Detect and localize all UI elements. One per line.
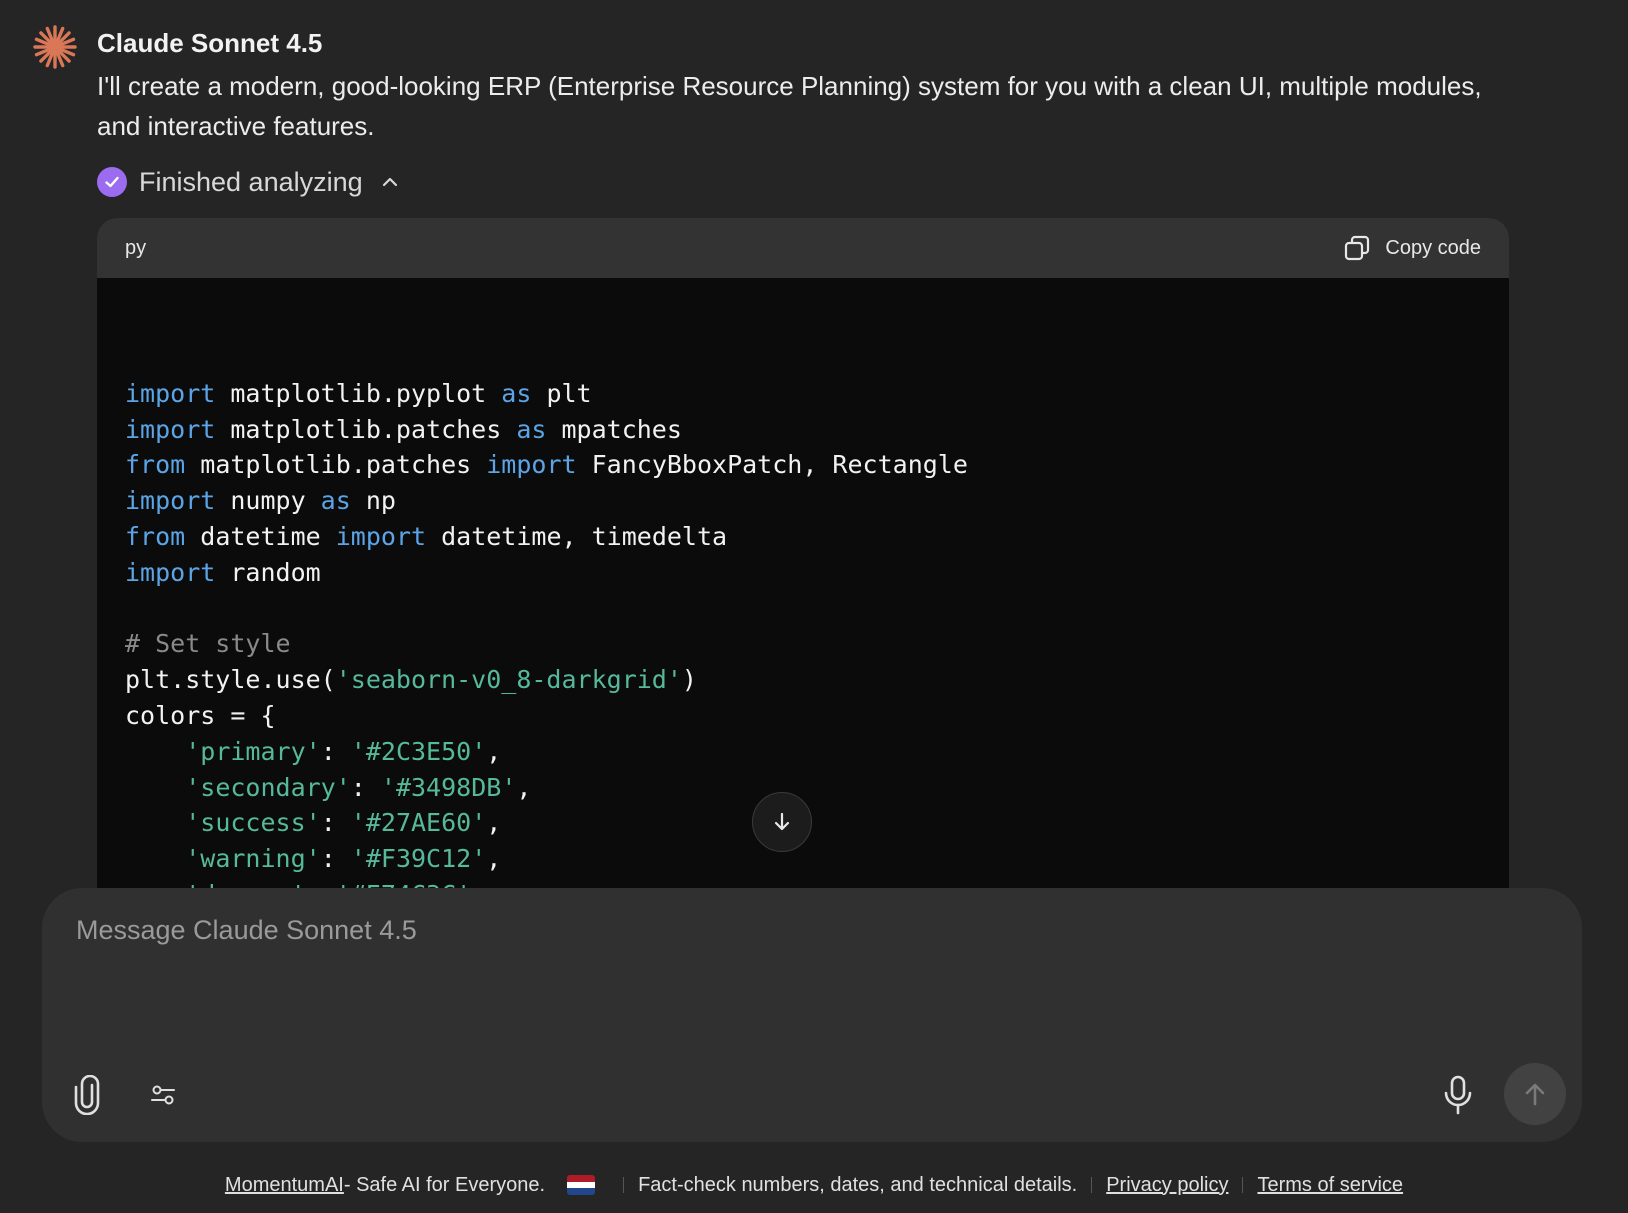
code-token: from: [125, 450, 186, 480]
sparkle-icon: [33, 25, 77, 69]
code-line: from matplotlib.patches import FancyBbox…: [125, 447, 1509, 483]
code-token: FancyBboxPatch, Rectangle: [576, 450, 968, 480]
code-line: import random: [125, 555, 1509, 591]
code-token: as: [320, 486, 351, 516]
send-button[interactable]: [1504, 1063, 1566, 1125]
code-token: numpy: [215, 486, 321, 516]
status-label: Finished analyzing: [139, 166, 363, 197]
check-circle-icon: [97, 167, 127, 197]
footer-notice: Fact-check numbers, dates, and technical…: [638, 1173, 1078, 1196]
attach-button[interactable]: [62, 1070, 112, 1120]
code-token: import: [125, 378, 216, 408]
code-line: 'success': '#27AE60',: [125, 805, 1509, 841]
code-token: matplotlib.patches: [215, 414, 517, 444]
code-token: np: [350, 486, 396, 516]
code-token: matplotlib.pyplot: [215, 378, 502, 408]
code-token: :: [350, 772, 381, 802]
code-token: ,: [486, 844, 502, 874]
code-token: 'primary': [185, 736, 321, 766]
code-token: ,: [486, 808, 502, 838]
scroll-to-bottom-button[interactable]: [752, 792, 812, 852]
chat-page: Claude Sonnet 4.5 I'll create a modern, …: [0, 0, 1628, 1213]
terms-of-service-link[interactable]: Terms of service: [1257, 1174, 1403, 1197]
code-token: mpatches: [546, 414, 682, 444]
code-line: import numpy as np: [125, 483, 1509, 519]
assistant-message-text: I'll create a modern, good-looking ERP (…: [97, 71, 1482, 141]
code-token: plt: [531, 378, 592, 408]
message-composer: [42, 888, 1582, 1142]
code-token: 'warning': [185, 844, 321, 874]
code-token: # Set style: [125, 629, 291, 659]
footer-tagline: - Safe AI for Everyone.: [343, 1173, 546, 1196]
code-token: '#2C3E50': [350, 736, 487, 766]
code-token: :: [320, 736, 351, 766]
sliders-icon: [151, 1085, 175, 1105]
footer-divider: [1091, 1177, 1093, 1193]
code-line: plt.style.use('seaborn-v0_8-darkgrid'): [125, 662, 1509, 698]
code-token: import: [125, 414, 216, 444]
code-token: 'secondary': [185, 772, 351, 802]
analysis-status[interactable]: Finished analyzing: [97, 164, 401, 200]
code-language: py: [125, 236, 147, 259]
microphone-button[interactable]: [1433, 1070, 1483, 1120]
code-token: as: [516, 414, 547, 444]
code-token: 'success': [185, 808, 321, 838]
tools-button[interactable]: [138, 1070, 188, 1120]
code-token: import: [125, 486, 216, 516]
code-token: colors = {: [125, 700, 276, 730]
code-token: import: [486, 450, 577, 480]
code-token: '#27AE60': [350, 808, 487, 838]
brand-link[interactable]: MomentumAI: [225, 1174, 344, 1197]
code-token: ): [681, 665, 697, 695]
code-token: 'seaborn-v0_8-darkgrid': [335, 665, 682, 695]
footer-divider: [623, 1177, 625, 1193]
code-token: matplotlib.patches: [185, 450, 487, 480]
code-token: as: [501, 378, 532, 408]
copy-code-button[interactable]: Copy code: [1343, 234, 1481, 262]
code-token: '#3498DB': [380, 772, 517, 802]
code-token: :: [320, 844, 351, 874]
code-line: from datetime import datetime, timedelta: [125, 519, 1509, 555]
code-token: random: [215, 557, 321, 587]
privacy-policy-link[interactable]: Privacy policy: [1106, 1174, 1228, 1197]
code-header: py Copy code: [97, 218, 1509, 278]
code-line: colors = {: [125, 698, 1509, 734]
code-line: 'warning': '#F39C12',: [125, 841, 1509, 877]
code-line: import matplotlib.patches as mpatches: [125, 412, 1509, 448]
code-line: import matplotlib.pyplot as plt: [125, 376, 1509, 412]
chevron-up-icon[interactable]: [379, 171, 401, 193]
code-token: :: [320, 808, 351, 838]
code-token: import: [125, 557, 216, 587]
footer-divider: [1242, 1177, 1244, 1193]
code-token: ,: [516, 772, 532, 802]
netherlands-flag-icon: [567, 1175, 596, 1195]
code-token: import: [335, 521, 427, 551]
copy-code-label: Copy code: [1385, 236, 1481, 259]
code-token: ,: [486, 736, 502, 766]
code-token: plt.style.use(: [125, 665, 336, 695]
microphone-icon: [1444, 1075, 1472, 1115]
copy-icon: [1345, 235, 1370, 261]
code-token: datetime: [185, 521, 336, 551]
code-line: 'primary': '#2C3E50',: [125, 734, 1509, 770]
paperclip-icon: [74, 1075, 100, 1115]
model-name: Claude Sonnet 4.5: [97, 28, 323, 58]
code-token: '#F39C12': [350, 844, 487, 874]
code-line: # Set style: [125, 626, 1509, 662]
message-input[interactable]: [76, 910, 1376, 950]
arrow-up-icon: [1525, 1083, 1545, 1106]
code-token: from: [125, 521, 186, 551]
footer: MomentumAI - Safe AI for Everyone. Fact-…: [0, 1170, 1628, 1200]
code-line: 'secondary': '#3498DB',: [125, 770, 1509, 806]
code-token: datetime, timedelta: [426, 521, 728, 551]
arrow-down-icon: [774, 812, 790, 831]
